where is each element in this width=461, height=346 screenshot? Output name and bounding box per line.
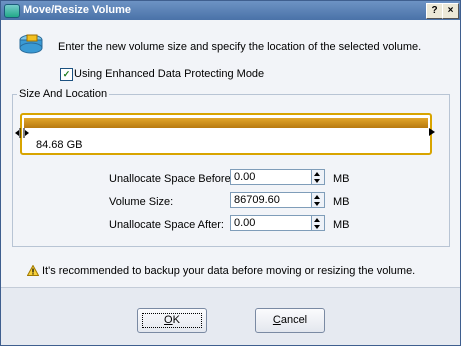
intro-text: Enter the new volume size and specify th… bbox=[58, 41, 422, 53]
close-button[interactable]: × bbox=[442, 3, 459, 19]
cancel-mnemonic: C bbox=[272, 314, 281, 326]
window-title: Move/Resize Volume bbox=[23, 4, 131, 16]
unit-label: MB bbox=[333, 219, 350, 231]
warning-icon bbox=[27, 265, 39, 276]
volume-size-spinner[interactable] bbox=[312, 192, 325, 208]
unalloc-after-label: Unallocate Space After: bbox=[109, 219, 224, 231]
spin-up-icon[interactable] bbox=[314, 218, 320, 222]
unalloc-before-spinner[interactable] bbox=[312, 169, 325, 185]
volume-size-label: Volume Size: bbox=[109, 196, 174, 208]
volume-size-input[interactable]: 86709.60 bbox=[230, 192, 312, 208]
protect-mode-label[interactable]: Using Enhanced Data Protecting Mode bbox=[74, 68, 264, 80]
button-footer bbox=[1, 288, 460, 345]
unalloc-before-label: Unallocate Space Before: bbox=[109, 173, 234, 185]
warning-text: It's recommended to backup your data bef… bbox=[42, 265, 416, 277]
focus-rect bbox=[142, 313, 202, 328]
spin-up-icon[interactable] bbox=[314, 195, 320, 199]
unalloc-after-spinner[interactable] bbox=[312, 215, 325, 231]
title-bar[interactable]: Move/Resize Volume ? × bbox=[1, 1, 460, 20]
move-resize-dialog: Move/Resize Volume ? × Enter the new vol… bbox=[0, 0, 461, 346]
group-label: Size And Location bbox=[17, 88, 110, 100]
cancel-label: ancel bbox=[280, 314, 308, 326]
partition-size: 84.68 GB bbox=[36, 139, 83, 151]
partition-icon bbox=[19, 34, 43, 54]
partition-bar[interactable] bbox=[24, 118, 428, 128]
partition-map[interactable]: 84.68 GB bbox=[20, 113, 432, 155]
spin-down-icon[interactable] bbox=[314, 202, 320, 206]
unit-label: MB bbox=[333, 173, 350, 185]
cancel-button[interactable]: Cancel bbox=[255, 308, 325, 333]
help-button[interactable]: ? bbox=[426, 3, 443, 19]
app-icon bbox=[4, 4, 20, 18]
move-right-arrow-icon[interactable] bbox=[429, 128, 435, 136]
spin-up-icon[interactable] bbox=[314, 172, 320, 176]
spin-down-icon[interactable] bbox=[314, 225, 320, 229]
unit-label: MB bbox=[333, 196, 350, 208]
unalloc-before-input[interactable]: 0.00 bbox=[230, 169, 312, 185]
spin-down-icon[interactable] bbox=[314, 179, 320, 183]
ok-button[interactable]: OK bbox=[137, 308, 207, 333]
resize-handle-icon[interactable] bbox=[15, 127, 29, 139]
protect-mode-checkbox[interactable]: ✓ bbox=[60, 68, 73, 81]
unalloc-after-input[interactable]: 0.00 bbox=[230, 215, 312, 231]
